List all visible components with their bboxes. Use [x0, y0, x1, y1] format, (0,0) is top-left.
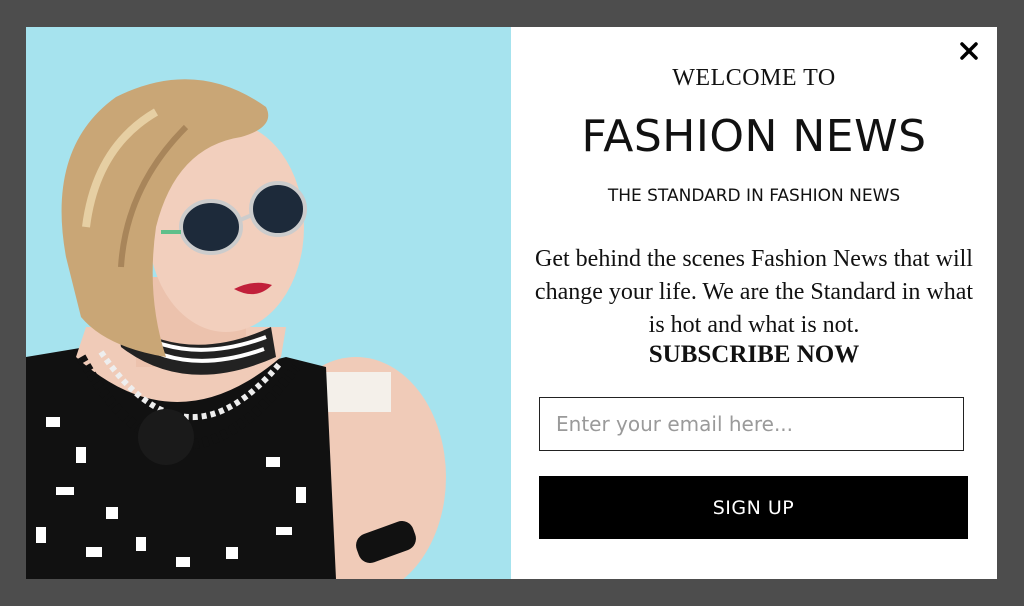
sign-up-button[interactable]: SIGN UP	[539, 476, 968, 539]
close-button[interactable]	[955, 37, 983, 65]
subscribe-modal: WELCOME TO FASHION NEWS THE STANDARD IN …	[26, 27, 997, 579]
close-icon[interactable]	[955, 37, 983, 65]
email-input[interactable]	[539, 397, 964, 451]
tagline: THE STANDARD IN FASHION NEWS	[607, 186, 901, 206]
subscribe-content: WELCOME TO FASHION NEWS THE STANDARD IN …	[511, 27, 997, 579]
description-text: Get behind the scenes Fashion News that …	[534, 246, 974, 338]
brand-title: FASHION NEWS	[581, 111, 927, 162]
woman-portrait-photo-icon	[26, 27, 511, 579]
hero-photo	[26, 27, 511, 579]
subscribe-heading: SUBSCRIBE NOW	[648, 341, 860, 368]
welcome-heading: WELCOME TO	[672, 65, 836, 91]
